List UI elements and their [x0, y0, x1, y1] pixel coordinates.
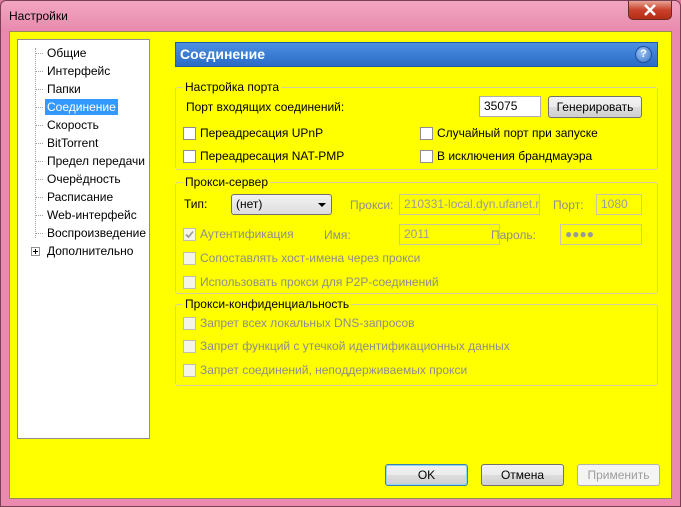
- proxy-port-label: Порт:: [553, 198, 584, 212]
- tree-connector: [35, 125, 43, 126]
- page-title: Соединение: [180, 46, 266, 62]
- help-icon[interactable]: ?: [635, 46, 652, 63]
- expand-icon[interactable]: [31, 247, 40, 256]
- sidebar-item-transfer-cap[interactable]: Предел передачи: [45, 153, 147, 169]
- firewall-exception-checkbox[interactable]: [420, 150, 433, 163]
- tree-connector: [35, 107, 43, 108]
- tree-connector: [35, 215, 43, 216]
- tree-connector: [35, 53, 43, 54]
- sidebar-item-advanced[interactable]: Дополнительно: [45, 243, 135, 259]
- close-icon: [644, 4, 656, 16]
- sidebar-item-bittorrent[interactable]: BitTorrent: [45, 135, 100, 151]
- auth-checkbox[interactable]: [183, 228, 196, 241]
- natpmp-checkbox[interactable]: [183, 150, 196, 163]
- proxy-username-label: Имя:: [324, 228, 351, 242]
- ok-button[interactable]: OK: [385, 464, 468, 486]
- tree-connector: [35, 71, 43, 72]
- sidebar-item-queueing[interactable]: Очерёдность: [45, 171, 123, 187]
- sidebar-item-web-ui[interactable]: Web-интерфейс: [45, 207, 139, 223]
- auth-label: Аутентификация: [200, 227, 294, 241]
- port-group-label: Настройка порта: [183, 80, 282, 94]
- sidebar-item-scheduler[interactable]: Расписание: [45, 189, 115, 205]
- proxy-type-value: (нет): [236, 197, 263, 211]
- tree-connector: [35, 233, 43, 234]
- generate-port-button[interactable]: Генерировать: [548, 96, 642, 118]
- settings-body: Общие Интерфейс Папки Соединение Скорост…: [9, 31, 672, 499]
- checkmark-icon: [185, 230, 194, 239]
- leak-block-label: Запрет функций с утечкой идентификационн…: [200, 339, 510, 353]
- window-title: Настройки: [9, 9, 68, 23]
- sidebar-item-interface[interactable]: Интерфейс: [45, 63, 112, 79]
- proxy-type-select[interactable]: (нет): [231, 194, 332, 215]
- proxy-host-label: Прокси:: [350, 198, 394, 212]
- settings-tree: Общие Интерфейс Папки Соединение Скорост…: [17, 39, 150, 439]
- proxy-host-input[interactable]: 210331-local.dyn.ufanet.r: [399, 194, 540, 215]
- cancel-button[interactable]: Отмена: [481, 464, 564, 486]
- unsupported-block-checkbox[interactable]: [183, 364, 196, 377]
- sidebar-item-connection[interactable]: Соединение: [45, 99, 118, 115]
- sidebar-item-playback[interactable]: Воспроизведение: [45, 225, 148, 241]
- tree-connector: [35, 89, 43, 90]
- proxy-username-input[interactable]: 2011: [399, 224, 500, 245]
- apply-button[interactable]: Применить: [577, 464, 660, 486]
- dns-block-label: Запрет всех локальных DNS-запросов: [200, 316, 415, 330]
- proxy-password-label: Пароль:: [491, 228, 536, 242]
- dns-block-checkbox[interactable]: [183, 317, 196, 330]
- proxy-port-input[interactable]: 1080: [596, 194, 642, 215]
- upnp-label: Переадресация UPnP: [200, 126, 324, 140]
- close-button[interactable]: [628, 1, 672, 20]
- proxy-type-label: Тип:: [184, 197, 208, 211]
- resolve-hostnames-label: Сопоставлять хост-имена через прокси: [200, 251, 421, 265]
- page-header: Соединение ?: [175, 42, 658, 67]
- tree-connector: [35, 197, 43, 198]
- resolve-hostnames-checkbox[interactable]: [183, 252, 196, 265]
- proxy-group-label: Прокси-сервер: [183, 175, 270, 189]
- tree-connector: [35, 161, 43, 162]
- natpmp-label: Переадресация NAT-PMP: [200, 149, 345, 163]
- random-port-checkbox[interactable]: [420, 127, 433, 140]
- incoming-port-input[interactable]: 35075: [479, 96, 541, 117]
- settings-window: Настройки Общие Интерфейс Папки Соединен…: [0, 0, 681, 507]
- sidebar-item-general[interactable]: Общие: [45, 45, 88, 61]
- proxy-password-input[interactable]: ●●●●: [560, 224, 642, 245]
- title-bar[interactable]: Настройки: [1, 1, 680, 31]
- p2p-proxy-checkbox[interactable]: [183, 276, 196, 289]
- tree-connector: [35, 179, 43, 180]
- leak-block-checkbox[interactable]: [183, 340, 196, 353]
- sidebar-item-folders[interactable]: Папки: [45, 81, 83, 97]
- privacy-group-label: Прокси-конфиденциальность: [183, 297, 352, 311]
- sidebar-item-speed[interactable]: Скорость: [45, 117, 101, 133]
- random-port-label: Случайный порт при запуске: [437, 126, 598, 140]
- incoming-port-label: Порт входящих соединений:: [186, 100, 345, 114]
- dropdown-arrow-icon: [318, 203, 326, 207]
- firewall-exception-label: В исключения брандмауэра: [437, 149, 593, 163]
- p2p-proxy-label: Использовать прокси для P2P-соединений: [200, 275, 439, 289]
- unsupported-block-label: Запрет соединений, неподдерживаемых прок…: [200, 363, 468, 377]
- upnp-checkbox[interactable]: [183, 127, 196, 140]
- tree-connector: [35, 143, 43, 144]
